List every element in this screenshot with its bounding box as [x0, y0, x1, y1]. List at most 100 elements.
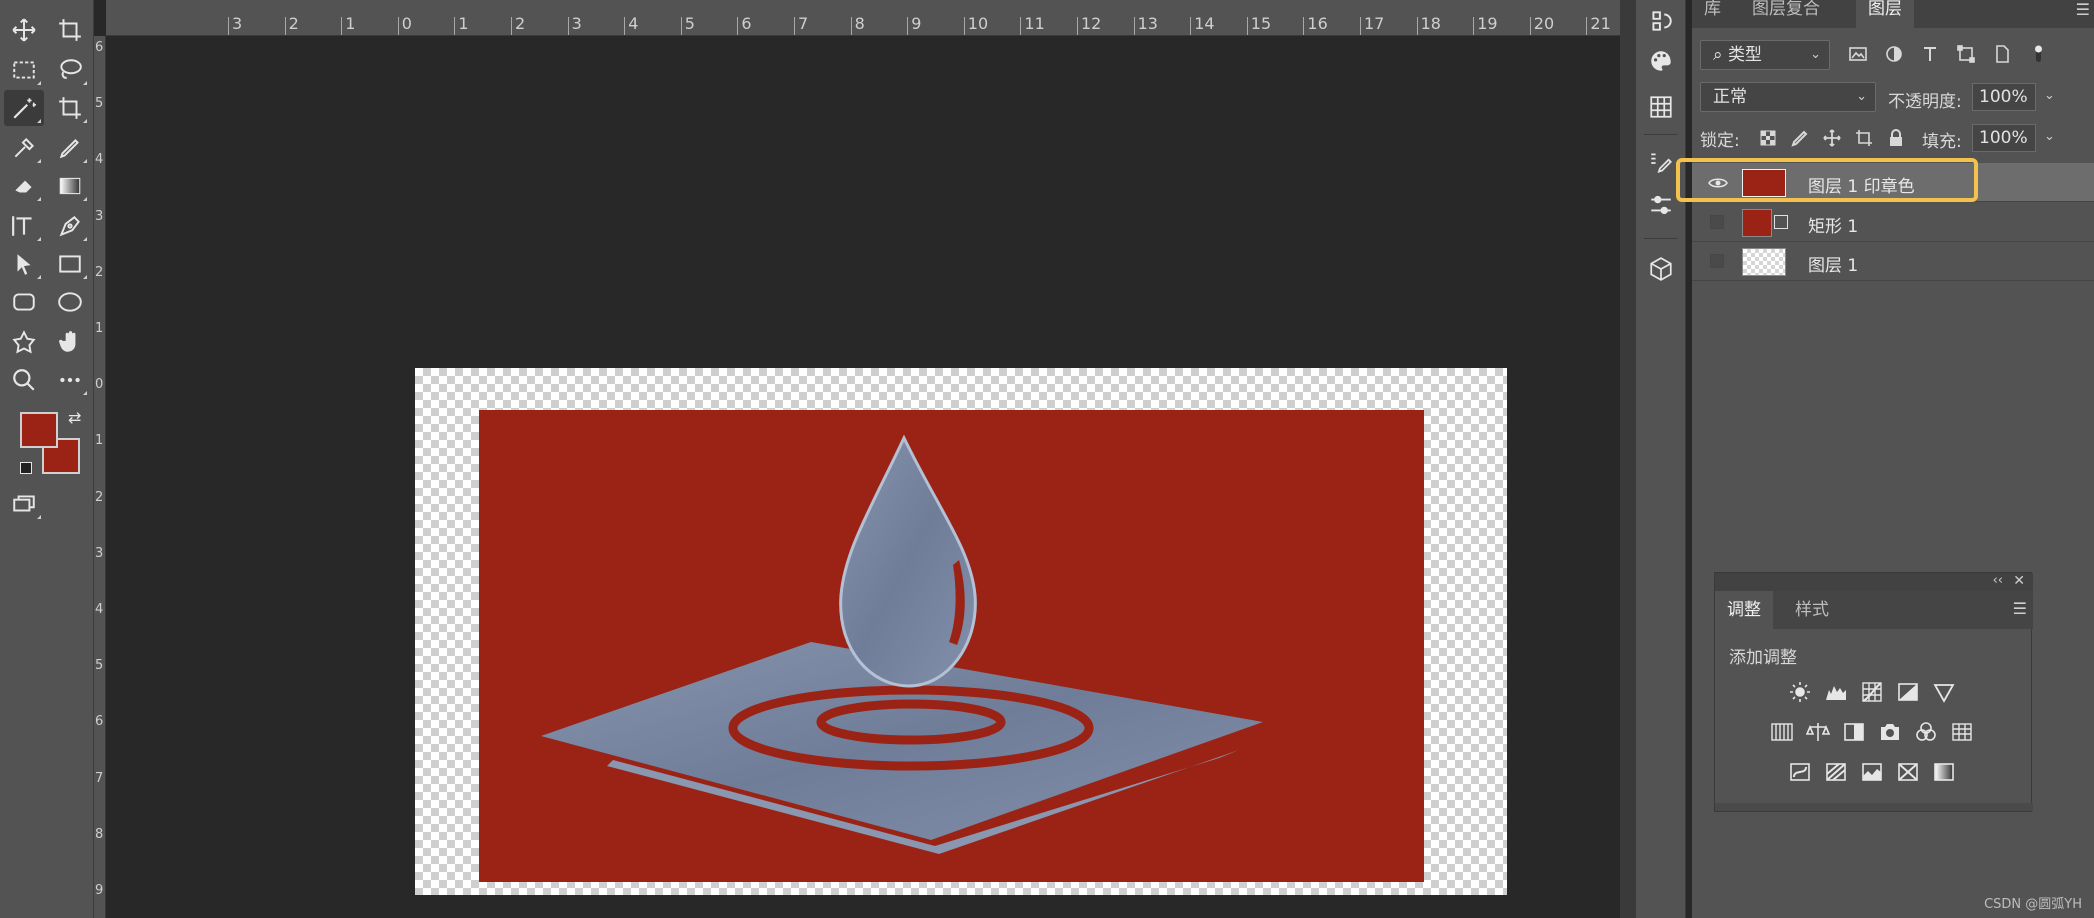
- eyedropper-tool-icon[interactable]: [4, 130, 44, 166]
- tab-layers[interactable]: 图层: [1856, 0, 1914, 28]
- ellipse-tool-icon[interactable]: [50, 284, 90, 320]
- default-colors-icon[interactable]: [20, 462, 32, 474]
- filter-toggle-icon[interactable]: [2026, 42, 2050, 66]
- ruler-tick-mark: [1360, 17, 1361, 35]
- brightness-icon[interactable]: [1785, 677, 1815, 707]
- ruler-tick-label: 8: [95, 826, 104, 842]
- ruler-tick-mark: [1190, 17, 1192, 35]
- opacity-chevron-icon[interactable]: ⌄: [2044, 88, 2055, 103]
- collapse-icon[interactable]: ‹‹: [1993, 573, 2003, 588]
- add-adjustment-heading: 添加调整: [1729, 648, 1797, 668]
- crop-tool-icon[interactable]: [50, 90, 90, 126]
- more-tools-icon[interactable]: [50, 362, 90, 398]
- black-white-icon[interactable]: [1839, 717, 1869, 747]
- lock-pixels-icon[interactable]: [1788, 126, 1812, 150]
- tab-styles[interactable]: 样式: [1783, 591, 1841, 629]
- visibility-toggle[interactable]: [1710, 215, 1724, 229]
- photo-filter-icon[interactable]: [1875, 717, 1905, 747]
- ruler-tick-label: 21: [1590, 14, 1611, 33]
- zoom-tool-icon[interactable]: [4, 362, 44, 398]
- resize-grip[interactable]: [1715, 803, 2033, 811]
- hand-tool-icon[interactable]: [50, 324, 90, 360]
- rounded-rect-tool-icon[interactable]: [4, 284, 44, 320]
- blend-mode-select[interactable]: 正常 ⌄: [1700, 82, 1876, 112]
- invert-icon[interactable]: [1785, 757, 1815, 787]
- type-filter-icon[interactable]: [1918, 42, 1942, 66]
- curves-icon[interactable]: [1857, 677, 1887, 707]
- lock-artboard-icon[interactable]: [1852, 126, 1876, 150]
- history-icon[interactable]: [1646, 6, 1676, 36]
- exposure-icon[interactable]: [1893, 677, 1923, 707]
- lock-position-icon[interactable]: [1820, 126, 1844, 150]
- layer-thumbnail: [1742, 248, 1786, 276]
- ruler-tick-label: 6: [95, 714, 104, 730]
- tab-library[interactable]: 库: [1692, 0, 1733, 28]
- tab-adjustments[interactable]: 调整: [1715, 591, 1773, 629]
- gradient-tool-icon[interactable]: [50, 168, 90, 204]
- brush-settings-icon[interactable]: [1646, 148, 1676, 178]
- fill-label: 填充:: [1922, 132, 1962, 152]
- panel-menu-icon[interactable]: ☰: [2076, 0, 2090, 19]
- ruler-tick-label: 7: [798, 14, 809, 33]
- brush-tool-icon[interactable]: [50, 130, 90, 166]
- ruler-tick-label: 3: [95, 545, 104, 561]
- threshold-icon[interactable]: [1857, 757, 1887, 787]
- rectangle-tool-icon[interactable]: [50, 246, 90, 282]
- channel-mixer-icon[interactable]: [1911, 717, 1941, 747]
- close-icon[interactable]: ✕: [2013, 573, 2025, 589]
- ruler-tick-mark: [1416, 17, 1418, 35]
- layer-name[interactable]: 矩形 1: [1808, 212, 1858, 237]
- color-balance-icon[interactable]: [1803, 717, 1833, 747]
- visibility-toggle[interactable]: [1710, 254, 1724, 268]
- ruler-tick-label: 0: [95, 377, 104, 393]
- smart-object-filter-icon[interactable]: [1990, 42, 2014, 66]
- gradient-map-icon[interactable]: [1929, 757, 1959, 787]
- posterize-icon[interactable]: [1821, 757, 1851, 787]
- tab-layer-comps[interactable]: 图层复合: [1740, 0, 1832, 28]
- levels-icon[interactable]: [1821, 677, 1851, 707]
- lock-all-icon[interactable]: [1884, 126, 1908, 150]
- adjustments-menu-icon[interactable]: ☰: [2013, 599, 2027, 618]
- marquee-tool-icon[interactable]: [4, 52, 44, 88]
- swap-colors-icon[interactable]: ⇄: [68, 408, 81, 427]
- lasso-tool-icon[interactable]: [50, 52, 90, 88]
- tools-toolbar: ⇄: [0, 0, 94, 918]
- shape-filter-icon[interactable]: [1954, 42, 1978, 66]
- color-lookup-icon[interactable]: [1947, 717, 1977, 747]
- pen-tool-icon[interactable]: [50, 208, 90, 244]
- 3d-cube-icon[interactable]: [1646, 254, 1676, 284]
- custom-shape-tool-icon[interactable]: [4, 324, 44, 360]
- document-canvas[interactable]: [415, 368, 1507, 895]
- ruler-tick-mark: [567, 17, 569, 35]
- vibrance-icon[interactable]: [1929, 677, 1959, 707]
- ruler-tick-label: 16: [1307, 14, 1328, 33]
- pixel-filter-icon[interactable]: [1846, 42, 1870, 66]
- lock-transparent-icon[interactable]: [1756, 126, 1780, 150]
- fill-chevron-icon[interactable]: ⌄: [2044, 129, 2055, 144]
- layer-row[interactable]: 矩形 1: [1692, 203, 2094, 242]
- eraser-tool-icon[interactable]: [4, 168, 44, 204]
- screen-mode-icon[interactable]: [4, 486, 44, 522]
- hue-saturation-icon[interactable]: [1767, 717, 1797, 747]
- adjustment-filter-icon[interactable]: [1882, 42, 1906, 66]
- layer-name[interactable]: 图层 1: [1808, 251, 1858, 276]
- filter-kind-select[interactable]: ⌕ 类型 ⌄: [1700, 40, 1830, 70]
- shape-layer-icon: [1774, 215, 1788, 229]
- layer-row[interactable]: 图层 1: [1692, 242, 2094, 281]
- opacity-input[interactable]: 100%: [1972, 83, 2036, 111]
- move-tool-icon[interactable]: [4, 12, 44, 48]
- grid-swatches-icon[interactable]: [1646, 92, 1676, 122]
- ruler-tick-mark: [1586, 17, 1588, 35]
- type-tool-icon[interactable]: [4, 208, 44, 244]
- ruler-tick-mark: [907, 17, 909, 35]
- foreground-color-swatch[interactable]: [20, 412, 58, 448]
- path-select-tool-icon[interactable]: [4, 246, 44, 282]
- fill-input[interactable]: 100%: [1972, 124, 2036, 152]
- color-palette-icon[interactable]: [1646, 46, 1676, 76]
- adjustments-sliders-icon[interactable]: [1646, 190, 1676, 220]
- artboard-tool-icon[interactable]: [50, 12, 90, 48]
- ruler-tick-mark: [1473, 17, 1475, 35]
- magic-wand-tool-icon[interactable]: [4, 90, 44, 126]
- selective-color-icon[interactable]: [1893, 757, 1923, 787]
- ruler-tick-mark: [1303, 17, 1305, 35]
